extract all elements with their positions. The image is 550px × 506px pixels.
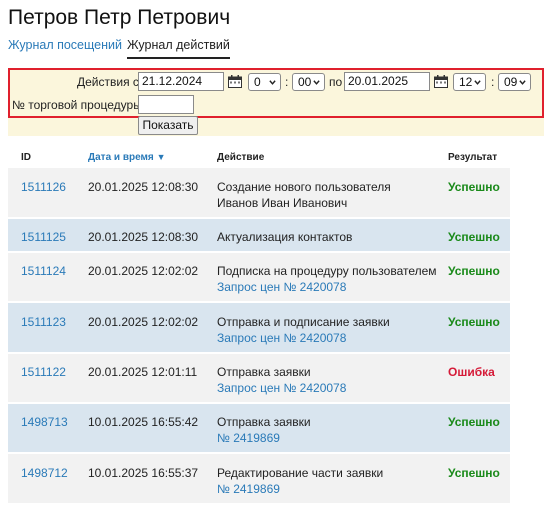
row-result: Успешно (448, 230, 500, 244)
row-result: Ошибка (448, 365, 495, 379)
filter-panel-footer (8, 118, 544, 136)
row-datetime: 20.01.2025 12:02:02 (88, 264, 199, 278)
row-action: Редактирование части заявки № 2419869 (217, 465, 383, 497)
row-action-title: Отправка заявки (217, 415, 311, 429)
col-id: ID (21, 152, 31, 163)
row-datetime: 20.01.2025 12:08:30 (88, 180, 199, 194)
tab-visits-log[interactable]: Журнал посещений (8, 38, 122, 56)
to-minute-value: 09 (504, 75, 518, 89)
col-result: Результат (448, 152, 498, 163)
calendar-icon[interactable] (228, 75, 242, 88)
row-action-title: Отправка заявки (217, 365, 311, 379)
row-action: Создание нового пользователя Иванов Иван… (217, 179, 391, 211)
row-datetime: 20.01.2025 12:02:02 (88, 315, 199, 329)
table-row: 1511124 20.01.2025 12:02:02 Подписка на … (8, 253, 510, 302)
from-minute-value: 00 (298, 75, 312, 89)
table-row: 1498713 10.01.2025 16:55:42 Отправка зая… (8, 404, 510, 453)
to-date-input[interactable]: 20.01.2025 (344, 72, 430, 91)
chevron-down-icon (269, 80, 276, 85)
calendar-icon[interactable] (434, 75, 448, 88)
row-datetime: 10.01.2025 16:55:37 (88, 466, 199, 480)
procedure-link[interactable]: Запрос цен № 2420078 (217, 380, 346, 396)
application-link[interactable]: № 2419869 (217, 430, 311, 446)
to-minute-select[interactable]: 09 (498, 73, 531, 91)
application-link[interactable]: № 2419869 (217, 481, 383, 497)
row-id-link[interactable]: 1511124 (21, 263, 66, 279)
procedure-label: № торговой процедуры (12, 98, 142, 112)
row-action-title: Создание нового пользователя (217, 180, 391, 194)
to-hour-select[interactable]: 12 (453, 73, 486, 91)
from-label: Действия с (77, 75, 139, 89)
col-datetime-label: Дата и время (88, 152, 154, 163)
table-row: 1511122 20.01.2025 12:01:11 Отправка зая… (8, 354, 510, 403)
tabs: Журнал посещений Журнал действий (8, 38, 548, 62)
row-action-title: Редактирование части заявки (217, 466, 384, 480)
procedure-input[interactable] (138, 95, 194, 114)
row-action-title: Актуализация контактов (217, 230, 353, 244)
row-action-title: Отправка и подписание заявки (217, 315, 390, 329)
from-hour-select[interactable]: 0 (248, 73, 281, 91)
row-action: Отправка заявки Запрос цен № 2420078 (217, 364, 346, 396)
table-row: 1511125 20.01.2025 12:08:30 Актуализация… (8, 219, 510, 252)
row-datetime: 10.01.2025 16:55:42 (88, 415, 199, 429)
from-minute-select[interactable]: 00 (292, 73, 325, 91)
row-action-title: Подписка на процедуру пользователем (217, 264, 437, 278)
chevron-down-icon (474, 80, 481, 85)
sort-desc-icon: ▼ (156, 152, 166, 162)
row-action: Подписка на процедуру пользователем Запр… (217, 263, 437, 295)
col-action: Действие (217, 152, 265, 163)
table-row: 1511123 20.01.2025 12:02:02 Отправка и п… (8, 303, 510, 353)
row-datetime: 20.01.2025 12:08:30 (88, 230, 199, 244)
tab-actions-log[interactable]: Журнал действий (127, 38, 230, 59)
row-id-link[interactable]: 1511126 (21, 179, 66, 195)
procedure-link[interactable]: Запрос цен № 2420078 (217, 279, 437, 295)
from-hour-value: 0 (254, 75, 261, 89)
time-separator: : (285, 75, 289, 89)
row-result: Успешно (448, 264, 500, 278)
time-separator: : (491, 75, 495, 89)
row-id-link[interactable]: 1498712 (21, 465, 68, 481)
table-row: 1498712 10.01.2025 16:55:37 Редактирован… (8, 454, 510, 504)
row-action: Отправка и подписание заявки Запрос цен … (217, 314, 390, 346)
procedure-link[interactable]: Запрос цен № 2420078 (217, 330, 390, 346)
row-action-user: Иванов Иван Иванович (217, 196, 348, 210)
table-header: ID Дата и время ▼ Действие Результат (8, 144, 510, 168)
row-id-link[interactable]: 1511123 (21, 314, 66, 330)
row-result: Успешно (448, 180, 500, 194)
to-hour-value: 12 (459, 75, 473, 89)
col-datetime[interactable]: Дата и время ▼ (88, 152, 165, 163)
row-id-link[interactable]: 1511122 (21, 364, 66, 380)
row-result: Успешно (448, 466, 500, 480)
filter-panel: Действия с 21.12.2024 0 : 00 по 20.01.20… (8, 68, 544, 118)
row-result: Успешно (448, 415, 500, 429)
row-datetime: 20.01.2025 12:01:11 (88, 365, 198, 379)
chevron-down-icon (313, 80, 320, 85)
row-id-link[interactable]: 1511125 (21, 229, 66, 245)
from-date-input[interactable]: 21.12.2024 (138, 72, 224, 91)
table-row: 1511126 20.01.2025 12:08:30 Создание нов… (8, 168, 510, 218)
row-result: Успешно (448, 315, 500, 329)
to-label: по (329, 75, 343, 89)
row-id-link[interactable]: 1498713 (21, 414, 68, 430)
show-button[interactable]: Показать (138, 116, 198, 135)
chevron-down-icon (519, 80, 526, 85)
row-action: Отправка заявки № 2419869 (217, 414, 311, 446)
page-title: Петров Петр Петрович (8, 6, 231, 29)
